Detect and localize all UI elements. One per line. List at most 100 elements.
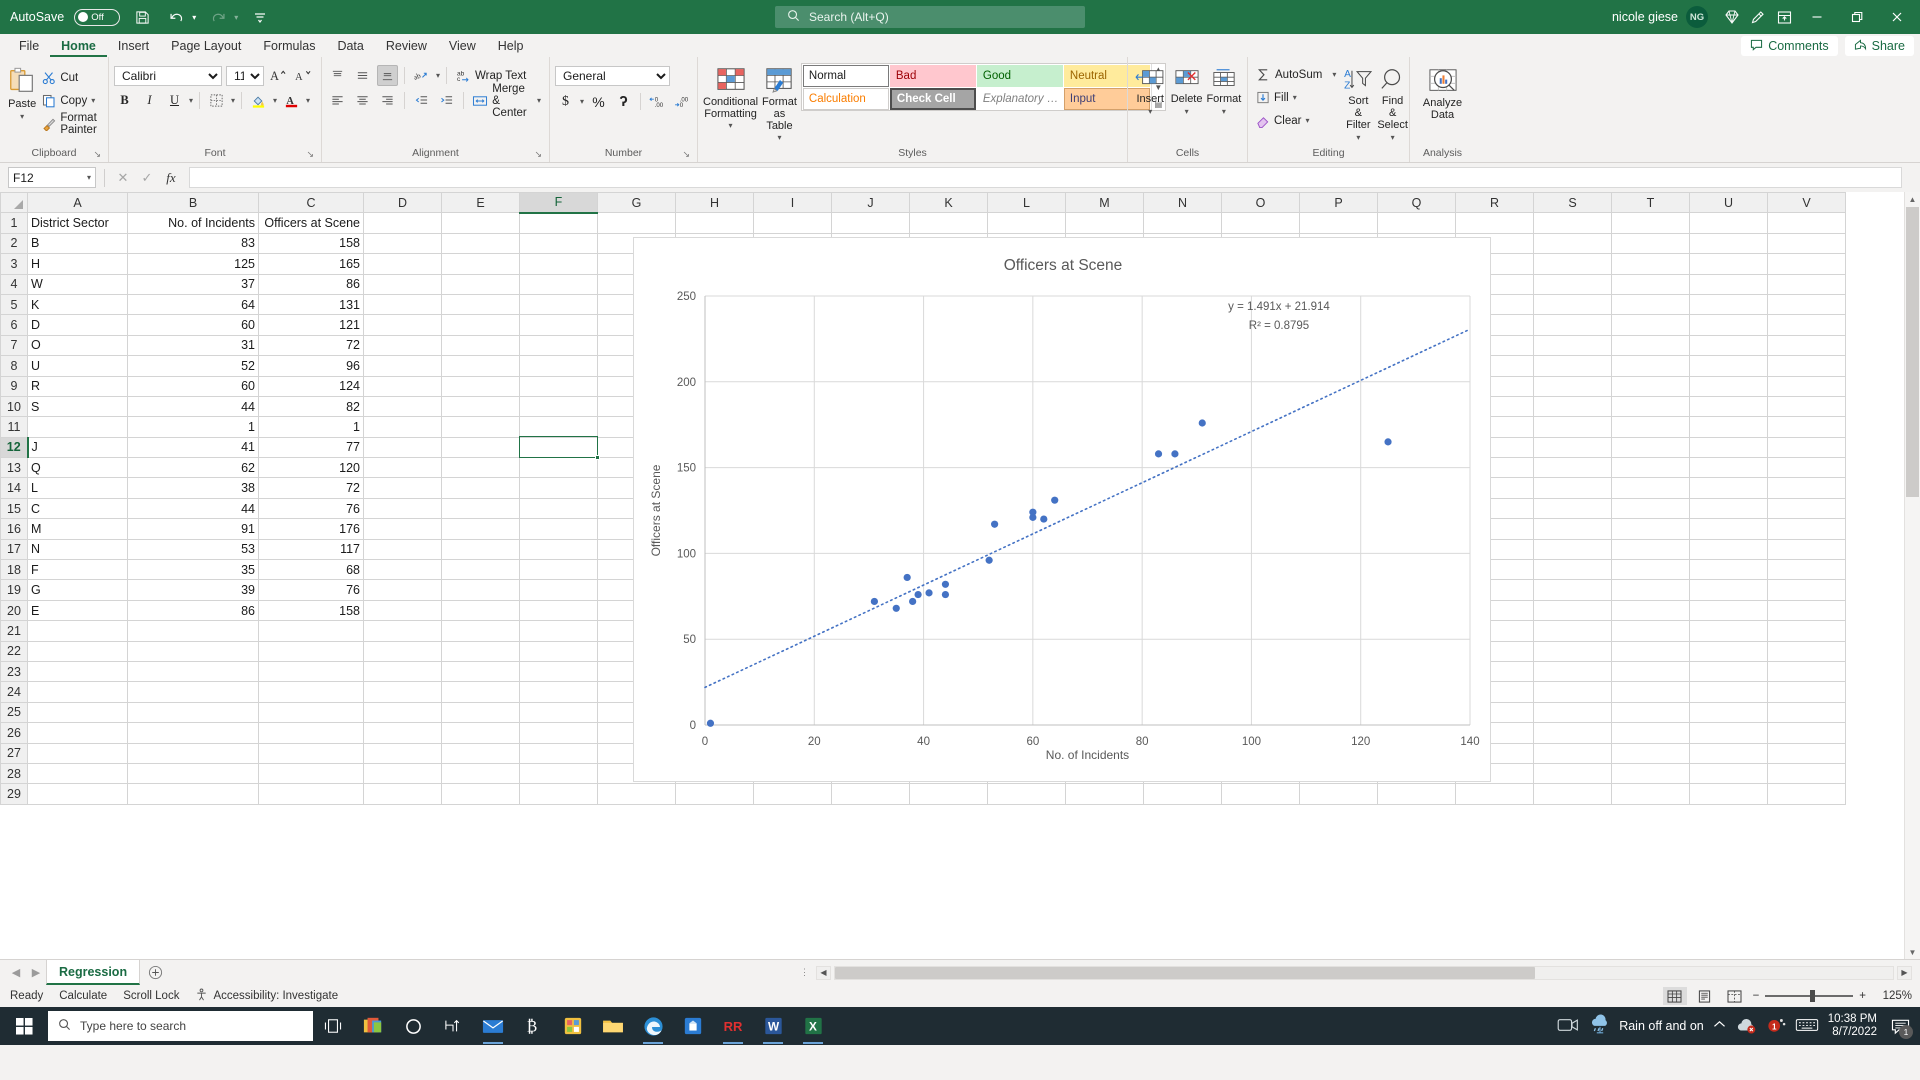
cell-S28[interactable]: [1533, 762, 1612, 785]
cell-B13[interactable]: 62: [127, 457, 259, 479]
cell-E21[interactable]: [441, 620, 520, 642]
cell-D7[interactable]: [363, 334, 442, 357]
page-layout-view-button[interactable]: [1693, 987, 1717, 1005]
cell-S24[interactable]: [1533, 681, 1612, 703]
cell-V10[interactable]: [1767, 395, 1846, 418]
cell-B29[interactable]: [127, 783, 259, 805]
cell-F18[interactable]: [519, 559, 598, 581]
cell-V12[interactable]: [1767, 436, 1846, 459]
analyze-data-button[interactable]: Analyze Data: [1415, 64, 1470, 121]
row-header-20[interactable]: 20: [0, 599, 28, 622]
show-hidden-icons-chevron-up-icon[interactable]: [1713, 1019, 1726, 1033]
cell-F11[interactable]: [519, 416, 598, 438]
cell-S3[interactable]: [1533, 253, 1612, 275]
row-header-15[interactable]: 15: [0, 497, 28, 520]
cell-D22[interactable]: [363, 640, 442, 662]
cell-E7[interactable]: [441, 334, 520, 357]
cell-F2[interactable]: [519, 232, 598, 255]
row-header-11[interactable]: 11: [0, 416, 28, 438]
row-header-27[interactable]: 27: [0, 742, 28, 764]
cell-C17[interactable]: 117: [258, 538, 364, 561]
cell-S9[interactable]: [1533, 375, 1612, 397]
paste-chevron-down-icon[interactable]: ▾: [20, 112, 24, 121]
cell-U26[interactable]: [1689, 722, 1768, 744]
cell-V5[interactable]: [1767, 293, 1846, 316]
cell-S11[interactable]: [1533, 416, 1612, 438]
cell-D19[interactable]: [363, 579, 442, 601]
cell-T24[interactable]: [1611, 681, 1690, 703]
tab-data[interactable]: Data: [326, 35, 374, 57]
cell-Q1[interactable]: [1377, 212, 1456, 234]
cell-F29[interactable]: [519, 783, 598, 805]
cell-B15[interactable]: 44: [127, 497, 259, 520]
cell-R1[interactable]: [1455, 212, 1534, 234]
cell-T18[interactable]: [1611, 559, 1690, 581]
fill-button[interactable]: Fill ▾: [1253, 87, 1339, 108]
cell-E18[interactable]: [441, 559, 520, 581]
column-header-o[interactable]: O: [1221, 192, 1300, 214]
cell-F9[interactable]: [519, 375, 598, 397]
cell-F6[interactable]: [519, 314, 598, 336]
cell-E6[interactable]: [441, 314, 520, 336]
cell-D8[interactable]: [363, 355, 442, 377]
cell-F20[interactable]: [519, 599, 598, 622]
cell-A27[interactable]: [27, 742, 128, 764]
cell-C8[interactable]: 96: [258, 355, 364, 377]
align-top-button[interactable]: [327, 65, 348, 86]
increase-indent-button[interactable]: [436, 90, 457, 111]
conditional-formatting-chevron-down-icon[interactable]: ▾: [729, 121, 733, 130]
cell-G1[interactable]: [597, 212, 676, 234]
column-header-r[interactable]: R: [1455, 192, 1534, 214]
cell-V22[interactable]: [1767, 640, 1846, 662]
cell-style-normal[interactable]: Normal: [802, 65, 889, 87]
cell-D6[interactable]: [363, 314, 442, 336]
cell-D4[interactable]: [363, 273, 442, 295]
cell-V2[interactable]: [1767, 232, 1846, 255]
page-break-preview-button[interactable]: [1723, 987, 1747, 1005]
cell-V19[interactable]: [1767, 579, 1846, 601]
cell-E9[interactable]: [441, 375, 520, 397]
cell-D10[interactable]: [363, 395, 442, 418]
zoom-thumb[interactable]: [1810, 990, 1816, 1002]
cell-T14[interactable]: [1611, 477, 1690, 499]
cell-A16[interactable]: M: [27, 518, 128, 540]
cell-R29[interactable]: [1455, 783, 1534, 805]
cell-V6[interactable]: [1767, 314, 1846, 336]
cell-E15[interactable]: [441, 497, 520, 520]
merge-center-button[interactable]: Merge & Center ▾: [469, 82, 544, 120]
cell-N29[interactable]: [1143, 783, 1222, 805]
weather-widget[interactable]: Rain off and on: [1588, 1014, 1704, 1039]
cell-D17[interactable]: [363, 538, 442, 561]
cell-A12[interactable]: J: [27, 436, 128, 459]
cell-B12[interactable]: 41: [127, 436, 259, 459]
diamond-icon[interactable]: [1720, 6, 1744, 28]
cell-B17[interactable]: 53: [127, 538, 259, 561]
cell-V13[interactable]: [1767, 457, 1846, 479]
cell-B6[interactable]: 60: [127, 314, 259, 336]
row-header-6[interactable]: 6: [0, 314, 28, 336]
cell-T1[interactable]: [1611, 212, 1690, 234]
column-header-s[interactable]: S: [1533, 192, 1612, 214]
cell-T17[interactable]: [1611, 538, 1690, 561]
clock[interactable]: 10:38 PM 8/7/2022: [1828, 1013, 1877, 1039]
minimize-button[interactable]: [1798, 0, 1836, 34]
row-header-19[interactable]: 19: [0, 579, 28, 601]
cell-A3[interactable]: H: [27, 253, 128, 275]
row-header-7[interactable]: 7: [0, 334, 28, 357]
tab-home[interactable]: Home: [50, 35, 107, 57]
row-header-1[interactable]: 1: [0, 212, 28, 234]
search-box[interactable]: Search (Alt+Q): [775, 6, 1085, 28]
cell-C3[interactable]: 165: [258, 253, 364, 275]
cell-T8[interactable]: [1611, 355, 1690, 377]
column-header-l[interactable]: L: [987, 192, 1066, 214]
format-as-table-button[interactable]: Format as Table ▾: [762, 63, 797, 142]
cell-B2[interactable]: 83: [127, 232, 259, 255]
format-as-table-chevron-down-icon[interactable]: ▾: [777, 133, 781, 142]
file-explorer-icon[interactable]: [593, 1007, 633, 1045]
cell-T7[interactable]: [1611, 334, 1690, 357]
cell-H1[interactable]: [675, 212, 754, 234]
conditional-formatting-button[interactable]: Conditional Formatting ▾: [703, 63, 758, 130]
cell-S13[interactable]: [1533, 457, 1612, 479]
find-select-chevron-down-icon[interactable]: ▾: [1391, 133, 1395, 142]
cell-C27[interactable]: [258, 742, 364, 764]
